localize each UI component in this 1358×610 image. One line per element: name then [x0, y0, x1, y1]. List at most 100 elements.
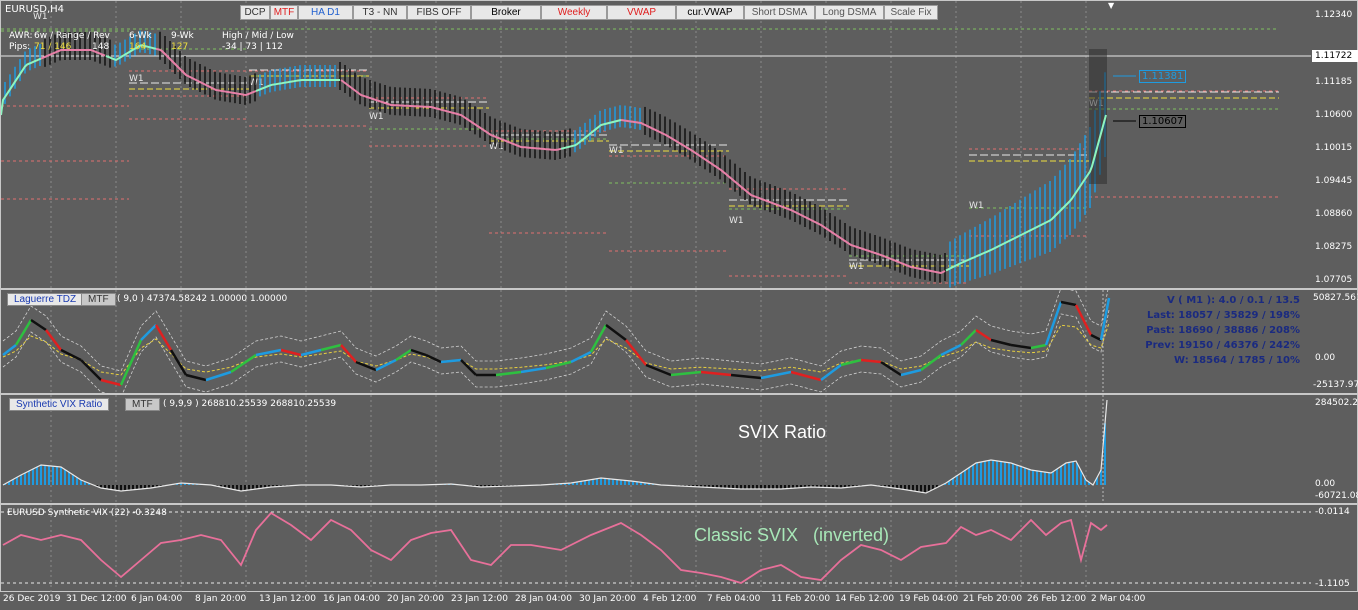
price-tick: 1.11185	[1315, 77, 1353, 87]
laguerre-line	[1030, 343, 1047, 350]
classic-svix-canvas[interactable]	[1, 505, 1311, 593]
svix-caption: SVIX Ratio	[738, 422, 827, 442]
price-chart-canvas[interactable]: W1W1W1W1W1W1W1W1W1W1	[1, 1, 1311, 290]
laguerre-line	[1090, 333, 1102, 342]
toolbar-button-long-dsma[interactable]: Long DSMA	[815, 5, 884, 20]
toolbar-button-scale-fix[interactable]: Scale Fix	[884, 5, 938, 20]
laguerre-line	[605, 324, 627, 341]
date-label: 26 Dec 2019	[3, 594, 61, 604]
laguerre-line	[520, 366, 547, 374]
week-mark-label: W1	[849, 262, 864, 272]
laguerre-line	[45, 329, 62, 351]
laguerre-stat-line: Past: 18690 / 38886 / 208%	[1146, 325, 1300, 336]
laguerre-line	[169, 349, 188, 376]
week-mark-label: W1	[369, 112, 384, 122]
laguerre-line	[1060, 300, 1077, 307]
date-label: 11 Feb 20:00	[771, 594, 831, 604]
classic-axis-min: -1.1105	[1315, 579, 1350, 589]
date-label: 4 Feb 12:00	[643, 594, 697, 604]
pips-9wk-value: 127	[171, 42, 189, 52]
laguerre-params: ( 9,0 ) 47374.58242 1.00000 1.00000	[117, 294, 288, 304]
price-tick: 1.12340	[1315, 10, 1353, 20]
date-label: 19 Feb 04:00	[899, 594, 959, 604]
laguerre-line	[700, 370, 732, 377]
time-axis[interactable]: 26 Dec 2019 31 Dec 12:00 6 Jan 04:00 8 Jan …	[0, 592, 1310, 610]
svix-axis-min: -60721.08	[1315, 491, 1358, 501]
classic-svix-pane[interactable]: EURUSD Synthetic VIX (22) -0.3248 Classi…	[0, 504, 1358, 593]
laguerre-line	[880, 360, 902, 377]
laguerre-line	[100, 378, 122, 387]
laguerre-line	[570, 350, 592, 364]
laguerre-axis-min: -25137.97	[1313, 380, 1358, 390]
toolbar-button-broker[interactable]: Broker	[471, 5, 541, 20]
toolbar-button-t3-nn[interactable]: T3 - NN	[353, 5, 407, 20]
price-tick: 1.08860	[1315, 209, 1353, 219]
pips-range-value: 71 / 146	[34, 42, 72, 52]
laguerre-line	[460, 359, 477, 376]
laguerre-line	[790, 370, 822, 382]
svix-ratio-line	[2, 399, 1108, 494]
pips-rev-value: 148	[92, 42, 110, 52]
price-tick: 1.10600	[1315, 110, 1353, 120]
toolbar-button-mtf[interactable]: MTF	[270, 5, 298, 20]
lower-price-marker: 1.10607	[1139, 115, 1187, 128]
price-chart-pane[interactable]: W1W1W1W1W1W1W1W1W1W1 EURUSD,H4 DCPMTFHA …	[0, 0, 1358, 290]
svix-axis-zero: 0.00	[1315, 479, 1336, 489]
toolbar-button-weekly[interactable]: Weekly	[541, 5, 607, 20]
laguerre-line	[990, 338, 1012, 347]
week-mark-label: W1	[969, 201, 984, 211]
laguerre-line	[140, 324, 157, 341]
pips-6wk-value: 164	[129, 42, 147, 52]
laguerre-stat-line: V ( M1 ): 4.0 / 0.1 / 13.5	[1166, 295, 1300, 306]
price-axis[interactable]: 1.12340 1.11185 1.10600 1.10015 1.09445 1.088…	[1311, 1, 1357, 290]
price-tick: 1.08275	[1315, 242, 1353, 252]
laguerre-mtf-button[interactable]: MTF	[81, 293, 116, 306]
laguerre-line	[820, 364, 842, 381]
week-mark-label: W1	[249, 78, 264, 88]
week-mark-label: W1	[729, 216, 744, 226]
laguerre-line	[205, 370, 232, 382]
date-label: 16 Jan 04:00	[323, 594, 380, 604]
laguerre-line	[975, 328, 992, 342]
laguerre-line	[625, 339, 647, 366]
laguerre-line	[960, 329, 977, 346]
laguerre-line	[760, 370, 792, 380]
price-tick: 1.07705	[1315, 275, 1353, 285]
laguerre-line	[60, 348, 82, 362]
week-mark-label: W1	[489, 142, 504, 152]
laguerre-axis: 50827.561 0.00 -25137.97	[1311, 290, 1358, 395]
toolbar-button-cur-vwap[interactable]: cur.VWAP	[676, 5, 744, 20]
laguerre-line	[425, 353, 442, 364]
laguerre-line	[940, 343, 962, 357]
laguerre-line	[1074, 304, 1093, 336]
upper-price-marker: 1.11381	[1139, 70, 1187, 83]
laguerre-line	[860, 358, 882, 364]
laguerre-canvas[interactable]	[1, 290, 1311, 395]
laguerre-line	[645, 363, 672, 377]
toolbar-button-vwap[interactable]: VWAP	[607, 5, 676, 20]
classic-svix-label: EURUSD Synthetic VIX (22) -0.3248	[7, 508, 167, 518]
laguerre-line	[280, 348, 302, 357]
classic-svix-caption: Classic SVIX (inverted)	[694, 525, 890, 545]
toolbar-button-dcp[interactable]: DCP	[240, 5, 270, 20]
laguerre-line	[920, 354, 942, 371]
laguerre-stat-line: Last: 18057 / 35829 / 198%	[1146, 310, 1300, 321]
date-label: 14 Feb 12:00	[835, 594, 895, 604]
svix-ratio-pane[interactable]: Synthetic VIX Ratio MTF ( 9,9,9 ) 268810…	[0, 394, 1358, 505]
chart-shift-arrow-icon[interactable]: ▼	[1108, 1, 1114, 10]
laguerre-line	[440, 358, 462, 364]
laguerre-pane[interactable]: Laguerre TDZ MTF ( 9,0 ) 47374.58242 1.0…	[0, 289, 1358, 395]
svix-ratio-canvas[interactable]	[1, 395, 1311, 505]
awr-9wk-header: 9-Wk	[171, 31, 194, 41]
date-label: 21 Feb 20:00	[963, 594, 1023, 604]
laguerre-line	[119, 339, 143, 386]
date-label: 23 Jan 12:00	[451, 594, 508, 604]
laguerre-line	[900, 368, 922, 377]
laguerre-title-button[interactable]: Laguerre TDZ	[7, 293, 84, 306]
toolbar-button-short-dsma[interactable]: Short DSMA	[744, 5, 815, 20]
toolbar-button-fibs-off[interactable]: FIBS OFF	[407, 5, 471, 20]
toolbar-button-ha-d1[interactable]: HA D1	[298, 5, 353, 20]
current-price-box: 1.11722	[1312, 50, 1358, 62]
svix-title-button[interactable]: Synthetic VIX Ratio	[9, 398, 110, 411]
svix-mtf-button[interactable]: MTF	[125, 398, 160, 411]
